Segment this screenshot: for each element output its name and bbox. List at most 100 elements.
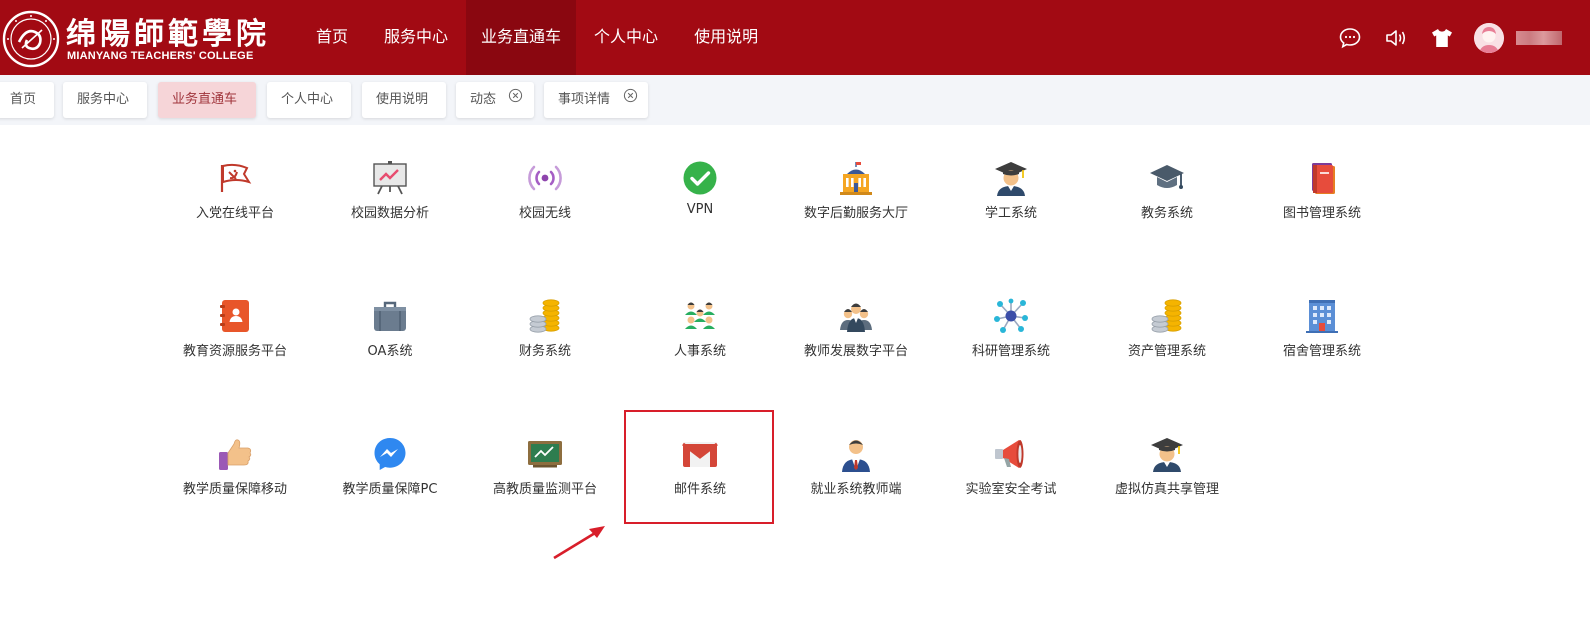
username-blurred[interactable] (1516, 31, 1562, 45)
graduation-cap-icon (1150, 165, 1184, 189)
app-finance[interactable]: 财务系统 (470, 283, 620, 393)
app-label: 教师发展数字平台 (803, 344, 908, 359)
close-icon[interactable] (623, 88, 638, 103)
blackboard-icon (528, 441, 562, 468)
app-label: 人事系统 (673, 344, 726, 359)
app-campus-wireless[interactable]: 校园无线 (470, 145, 620, 255)
tab-label: 业务直通车 (172, 92, 238, 107)
app-campus-data-analysis[interactable]: 校园数据分析 (315, 145, 465, 255)
nav-instructions[interactable]: 使用说明 (676, 0, 776, 75)
tab-business-express[interactable]: 业务直通车 (158, 82, 256, 118)
app-label: 入党在线平台 (195, 206, 274, 221)
app-label: 高教质量监测平台 (492, 482, 597, 497)
highlight-box (624, 410, 774, 524)
theme-shirt-icon[interactable] (1428, 24, 1456, 52)
tab-news[interactable]: 动态 (456, 82, 534, 118)
app-education-resources[interactable]: 教育资源服务平台 (160, 283, 310, 393)
app-teaching-quality-pc[interactable]: 教学质量保障PC (315, 421, 465, 531)
app-label: 校园无线 (518, 206, 571, 221)
thumbs-up-icon (219, 439, 252, 470)
people-group-icon (685, 302, 715, 329)
app-label: OA系统 (367, 344, 413, 359)
top-header: 绵陽師範學院 MIANYANG TEACHERS' COLLEGE 首页 服务中… (0, 0, 1590, 75)
contact-book-icon (220, 300, 249, 332)
college-logo[interactable]: 绵陽師範學院 MIANYANG TEACHERS' COLLEGE (0, 6, 266, 68)
main-nav: 首页 服务中心 业务直通车 个人中心 使用说明 (298, 0, 776, 75)
app-label: 教学质量保障PC (342, 482, 438, 497)
tab-personal-center[interactable]: 个人中心 (267, 82, 351, 118)
app-lab-safety-exam[interactable]: 实验室安全考试 (936, 421, 1086, 531)
app-employment-teacher[interactable]: 就业系统教师端 (781, 421, 931, 531)
app-party-online[interactable]: 入党在线平台 (160, 145, 310, 255)
tab-label: 使用说明 (376, 92, 429, 107)
tab-label: 个人中心 (281, 92, 334, 107)
college-emblem-icon (2, 10, 60, 68)
app-digital-logistics[interactable]: 数字后勤服务大厅 (781, 145, 931, 255)
app-teacher-development[interactable]: 教师发展数字平台 (781, 283, 931, 393)
app-asset-management[interactable]: 资产管理系统 (1092, 283, 1242, 393)
avatar[interactable] (1474, 23, 1504, 53)
pointer-arrow-icon (553, 526, 605, 560)
nav-personal-center[interactable]: 个人中心 (576, 0, 676, 75)
teachers-icon (840, 303, 872, 332)
app-label: 校园数据分析 (350, 206, 429, 221)
dormitory-icon (1306, 300, 1338, 333)
app-label: 科研管理系统 (971, 344, 1050, 359)
tab-home[interactable]: 首页 (0, 82, 54, 118)
app-label: 实验室安全考试 (965, 482, 1057, 497)
logo-chinese-name: 绵陽師範學院 (66, 17, 270, 52)
app-label: 图书管理系统 (1282, 206, 1361, 221)
tab-item-detail[interactable]: 事项详情 (544, 82, 648, 118)
app-personnel[interactable]: 人事系统 (625, 283, 775, 393)
businessman-icon (842, 440, 870, 472)
tab-service-center[interactable]: 服务中心 (63, 82, 147, 118)
tab-label: 动态 (470, 92, 497, 107)
coins-stack-icon (1151, 299, 1182, 333)
tab-strip: 首页 服务中心 业务直通车 个人中心 使用说明 动态 事项详情 (0, 75, 1590, 125)
nav-service-center[interactable]: 服务中心 (366, 0, 466, 75)
header-tools (1336, 20, 1562, 56)
app-dormitory-management[interactable]: 宿舍管理系统 (1247, 283, 1397, 393)
close-icon[interactable] (508, 88, 523, 103)
volume-icon[interactable] (1382, 24, 1410, 52)
app-teaching-quality-mobile[interactable]: 教学质量保障移动 (160, 421, 310, 531)
app-vpn[interactable]: VPN (625, 145, 775, 255)
books-icon (1312, 163, 1335, 194)
app-library-management[interactable]: 图书管理系统 (1247, 145, 1397, 255)
app-label: 学工系统 (984, 206, 1037, 221)
app-student-affairs[interactable]: 学工系统 (936, 145, 1086, 255)
app-label: 就业系统教师端 (810, 482, 902, 497)
check-circle-icon (683, 161, 717, 195)
logo-english-name: MIANYANG TEACHERS' COLLEGE (67, 50, 254, 62)
app-research-management[interactable]: 科研管理系统 (936, 283, 1086, 393)
scholar-icon (1151, 438, 1183, 472)
megaphone-icon (995, 440, 1024, 468)
building-icon (840, 162, 872, 195)
tab-label: 首页 (10, 92, 37, 107)
molecule-icon (994, 298, 1028, 333)
app-label: VPN (686, 202, 714, 217)
app-label: 教学质量保障移动 (182, 482, 287, 497)
tab-instructions[interactable]: 使用说明 (362, 82, 446, 118)
app-academic-affairs[interactable]: 教务系统 (1092, 145, 1242, 255)
app-label: 资产管理系统 (1127, 344, 1206, 359)
party-flag-icon (220, 163, 252, 192)
tab-label: 事项详情 (558, 92, 611, 107)
nav-business-express[interactable]: 业务直通车 (466, 0, 577, 75)
messenger-icon (374, 438, 406, 470)
app-label: 教务系统 (1140, 206, 1193, 221)
wireless-icon (528, 165, 562, 191)
app-oa-system[interactable]: OA系统 (315, 283, 465, 393)
app-label: 教育资源服务平台 (182, 344, 287, 359)
app-label: 数字后勤服务大厅 (803, 206, 908, 221)
app-higher-ed-quality-monitor[interactable]: 高教质量监测平台 (470, 421, 620, 531)
app-label: 宿舍管理系统 (1282, 344, 1361, 359)
presentation-chart-icon (373, 161, 407, 195)
graduate-icon (995, 162, 1027, 196)
briefcase-icon (374, 301, 406, 331)
app-label: 虚拟仿真共享管理 (1114, 482, 1219, 497)
chat-icon[interactable] (1336, 24, 1364, 52)
app-virtual-simulation[interactable]: 虚拟仿真共享管理 (1092, 421, 1242, 531)
coins-icon (529, 299, 560, 333)
nav-home[interactable]: 首页 (298, 0, 366, 75)
